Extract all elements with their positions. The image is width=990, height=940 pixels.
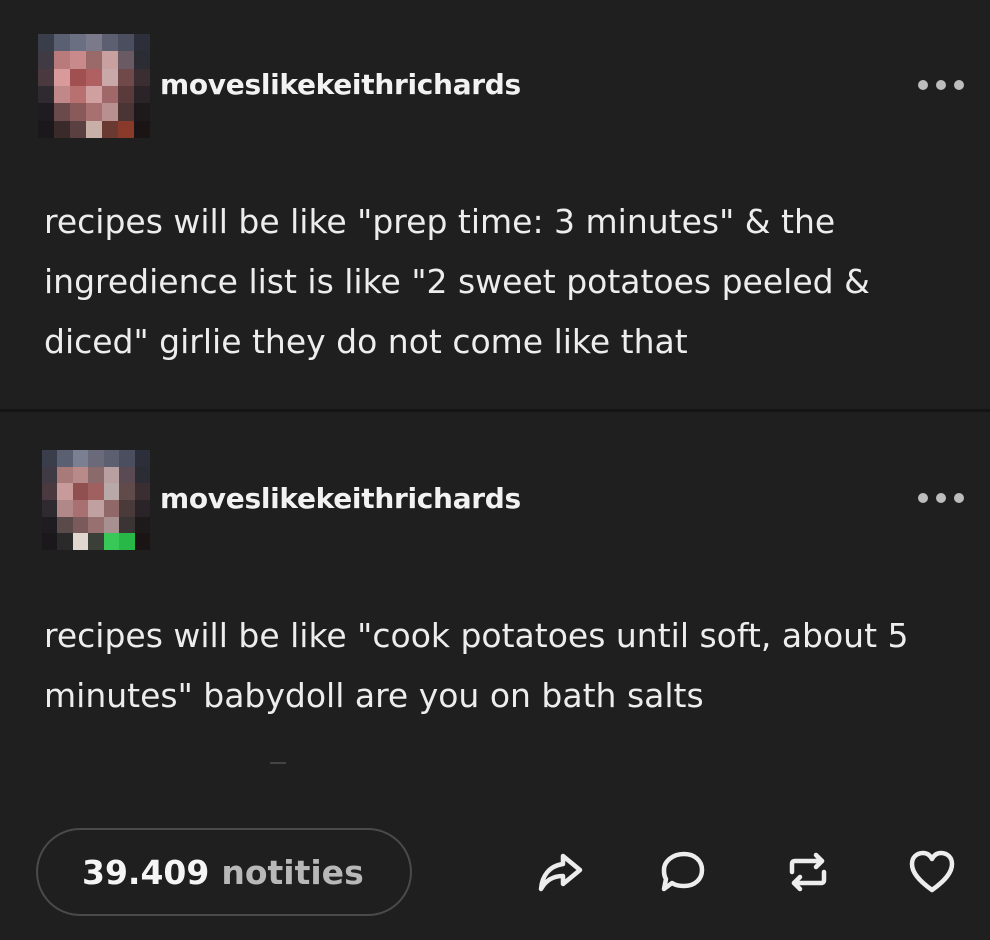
post-username[interactable]: moveslikekeithrichards — [160, 482, 521, 515]
more-options-button[interactable] — [918, 75, 964, 95]
notes-count: 39.409 — [82, 852, 210, 892]
dot-icon — [954, 80, 964, 90]
post-body-text: recipes will be like "prep time: 3 minut… — [44, 202, 870, 361]
post-username[interactable]: moveslikekeithrichards — [160, 68, 521, 101]
more-options-button[interactable] — [918, 488, 964, 508]
post-body-text: recipes will be like "cook potatoes unti… — [44, 616, 909, 715]
reply-icon — [661, 851, 705, 892]
heart-icon — [909, 850, 955, 893]
reply-button[interactable] — [652, 842, 712, 902]
share-button[interactable] — [530, 842, 590, 902]
reblog-button[interactable] — [778, 842, 838, 902]
dot-icon — [918, 80, 928, 90]
dot-icon — [936, 80, 946, 90]
notes-button[interactable]: 39.409 notities — [36, 828, 412, 916]
post-1: moveslikekeithrichards recipes will be l… — [0, 0, 990, 410]
dot-icon — [918, 493, 928, 503]
truncation-mark — [270, 762, 286, 764]
notes-label: notities — [221, 852, 364, 892]
share-icon — [538, 853, 583, 892]
dot-icon — [936, 493, 946, 503]
avatar[interactable] — [38, 34, 150, 138]
post-2: moveslikekeithrichards recipes will be l… — [0, 412, 990, 812]
dot-icon — [954, 493, 964, 503]
avatar[interactable] — [42, 450, 150, 550]
reblog-icon — [789, 852, 827, 892]
like-button[interactable] — [902, 842, 962, 902]
